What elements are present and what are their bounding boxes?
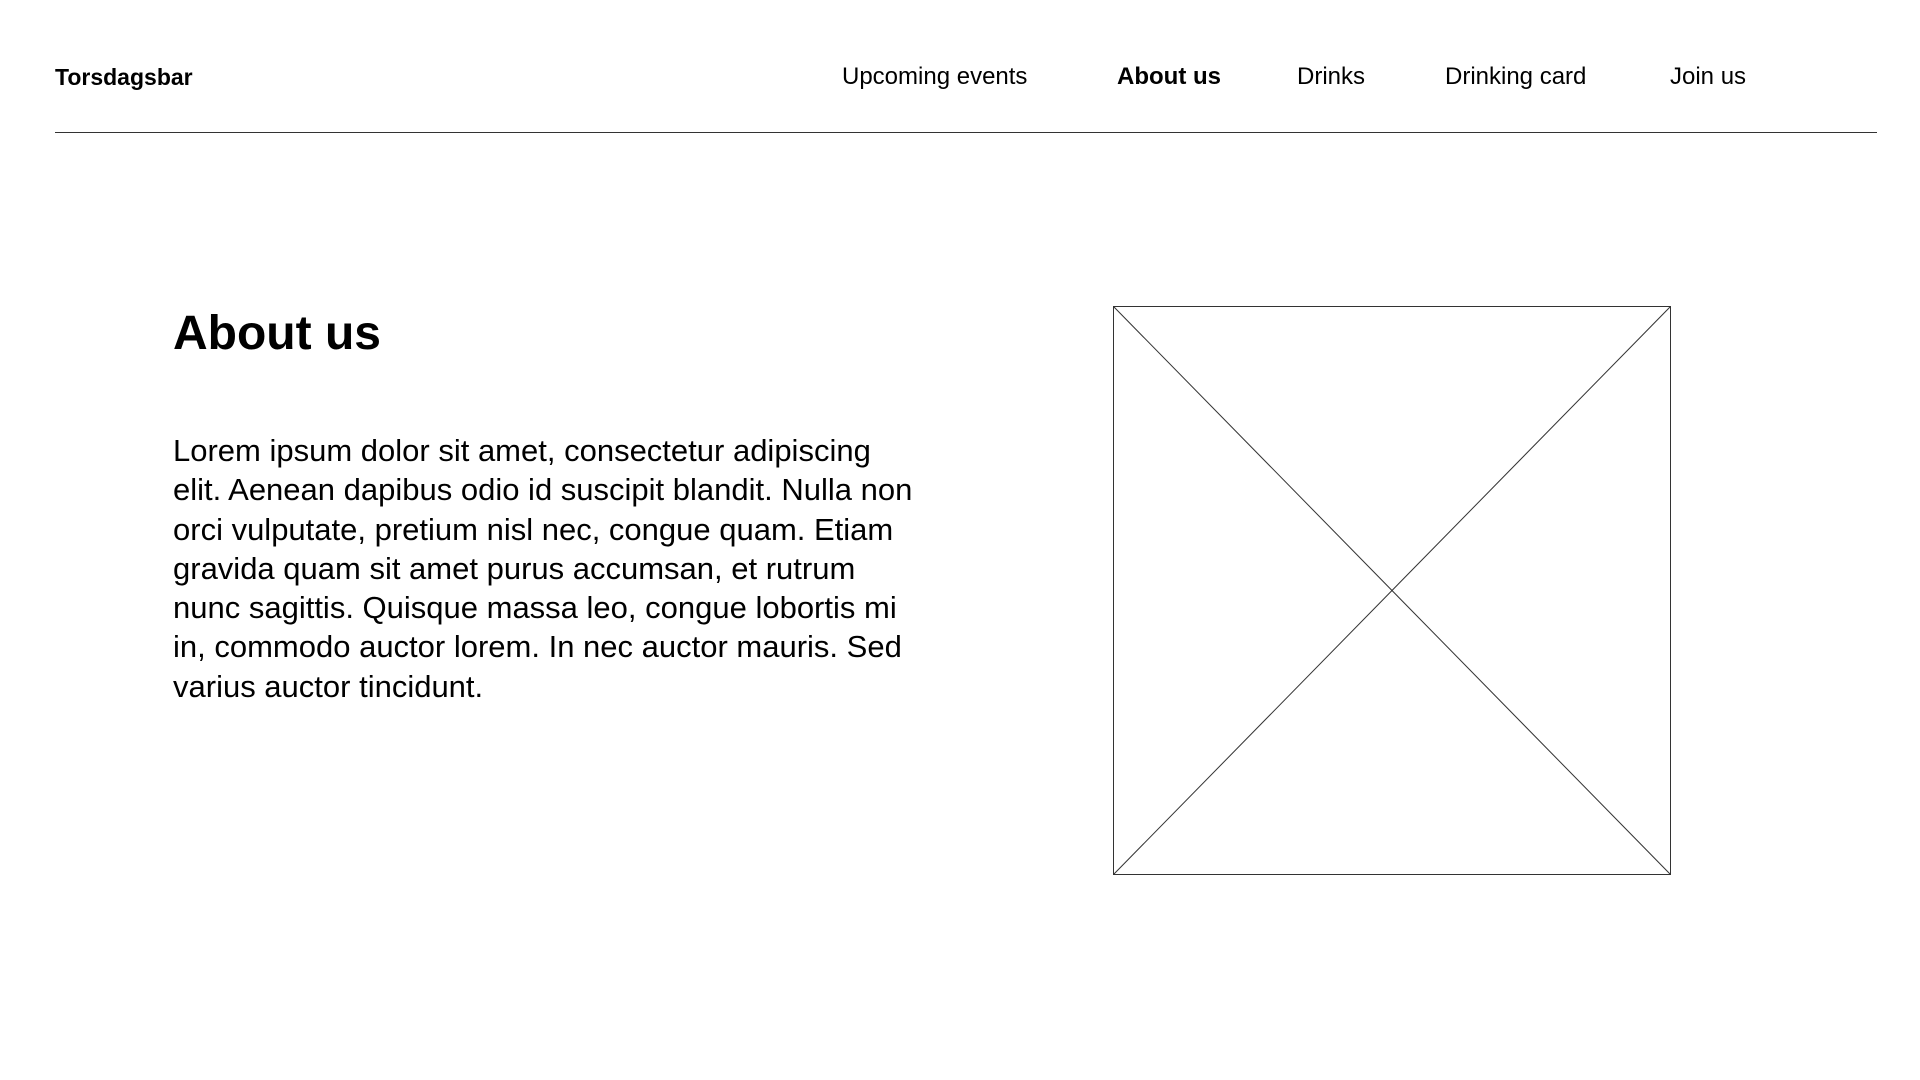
nav-item-about-us[interactable]: About us — [1117, 63, 1221, 91]
image-placeholder-graphic — [1113, 306, 1671, 875]
about-text: Lorem ipsum dolor sit amet, consectetur … — [173, 433, 913, 704]
site-logo[interactable]: Torsdagsbar — [55, 63, 193, 91]
nav-item-drinks[interactable]: Drinks — [1297, 63, 1365, 91]
nav-item-upcoming-events[interactable]: Upcoming events — [842, 63, 1027, 91]
nav-item-drinking-card[interactable]: Drinking card — [1445, 63, 1586, 91]
nav-item-join-us[interactable]: Join us — [1670, 63, 1746, 91]
site-header: Torsdagsbar Upcoming events About us Dri… — [55, 0, 1877, 133]
image-placeholder-icon — [1113, 306, 1671, 875]
page-title: About us — [173, 307, 381, 360]
